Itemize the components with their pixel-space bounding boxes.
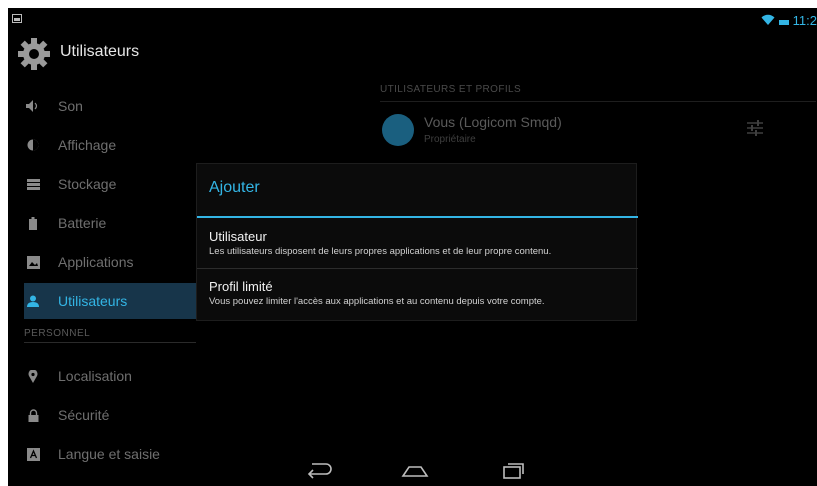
option-utilisateur[interactable]: Utilisateur Les utilisateurs disposent d… <box>197 219 638 269</box>
option-subtitle: Vous pouvez limiter l'accès aux applicat… <box>209 296 545 307</box>
settings-sidebar: Son Affichage Stockage Batterie Applicat… <box>8 70 196 462</box>
divider <box>380 101 816 102</box>
sidebar-item-stockage[interactable]: Stockage <box>8 166 196 202</box>
home-icon[interactable] <box>401 460 429 480</box>
dialog-title-divider <box>197 216 638 218</box>
lock-icon <box>26 408 40 422</box>
sidebar-item-label: Son <box>58 98 83 114</box>
section-header-personnel: PERSONNEL <box>24 328 196 343</box>
recent-apps-icon[interactable] <box>499 460 527 480</box>
add-dialog: Ajouter Utilisateur Les utilisateurs dis… <box>196 163 638 321</box>
sidebar-item-label: Applications <box>58 254 134 270</box>
sidebar-item-label: Affichage <box>58 137 117 153</box>
volume-icon <box>26 99 40 113</box>
status-bar: 11:2 <box>8 8 817 32</box>
sidebar-item-affichage[interactable]: Affichage <box>8 127 196 163</box>
sidebar-item-son[interactable]: Son <box>8 88 196 124</box>
clock: 11:2 <box>792 12 817 28</box>
sidebar-item-utilisateurs[interactable]: Utilisateurs <box>24 283 196 319</box>
brightness-icon <box>26 138 40 152</box>
user-name[interactable]: Vous (Logicom Smqd) <box>424 114 562 130</box>
option-title: Profil limité <box>209 279 273 294</box>
user-icon <box>26 294 40 308</box>
dialog-title: Ajouter <box>209 179 260 196</box>
option-subtitle: Les utilisateurs disposent de leurs prop… <box>209 246 552 257</box>
sidebar-item-securite[interactable]: Sécurité <box>8 397 196 433</box>
sliders-settings-icon[interactable] <box>746 118 764 138</box>
location-pin-icon <box>26 369 40 383</box>
battery-icon <box>778 20 789 25</box>
sidebar-item-localisation[interactable]: Localisation <box>8 358 196 394</box>
sidebar-item-label: Sécurité <box>58 407 110 423</box>
sidebar-item-batterie[interactable]: Batterie <box>8 205 196 241</box>
option-profil-limite[interactable]: Profil limité Vous pouvez limiter l'accè… <box>197 269 638 319</box>
action-bar-title: Utilisateurs <box>60 43 140 60</box>
sidebar-item-label: Stockage <box>58 176 117 192</box>
storage-icon <box>26 177 40 191</box>
wifi-icon <box>761 14 775 25</box>
section-header-users-profiles: UTILISATEURS ET PROFILS <box>380 84 522 95</box>
back-icon[interactable] <box>306 460 334 480</box>
settings-gear-icon[interactable] <box>16 36 52 72</box>
option-title: Utilisateur <box>209 229 267 244</box>
notification-image-icon <box>12 14 22 23</box>
avatar[interactable] <box>382 114 414 146</box>
sidebar-item-applications[interactable]: Applications <box>8 244 196 280</box>
navigation-bar <box>8 454 817 486</box>
sidebar-item-label: Batterie <box>58 215 107 231</box>
sidebar-item-label: Utilisateurs <box>58 293 128 309</box>
status-icons: 11:2 <box>761 11 817 29</box>
user-role: Propriétaire <box>424 134 476 145</box>
apps-icon <box>26 255 40 269</box>
battery-icon <box>26 216 40 230</box>
android-screen: 11:2 Utilisateurs Son Affichage Stockage… <box>8 8 817 486</box>
sidebar-item-label: Localisation <box>58 368 132 384</box>
